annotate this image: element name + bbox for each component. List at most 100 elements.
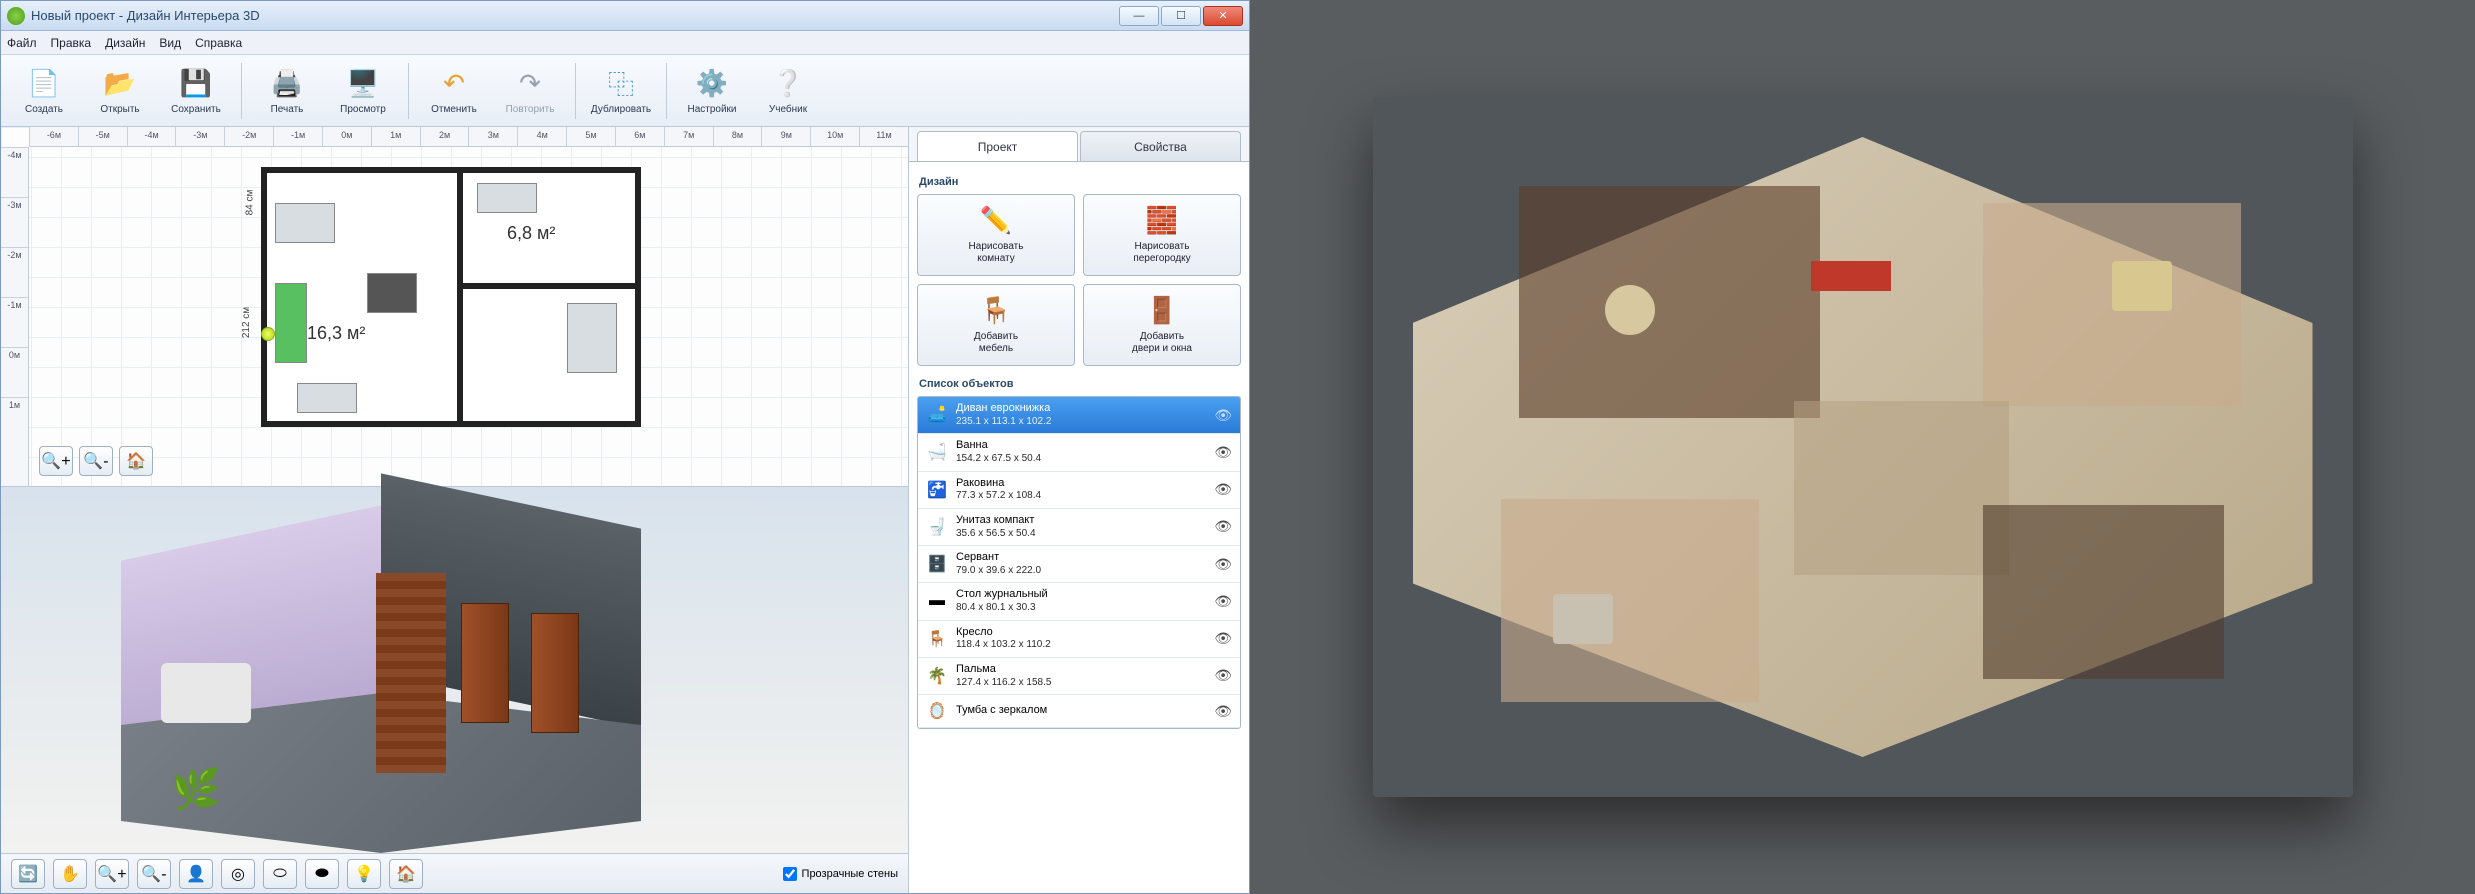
object-name: Кресло (956, 626, 1206, 640)
settings-label: Настройки (687, 104, 736, 115)
menu-help[interactable]: Справка (195, 36, 242, 50)
visibility-toggle-icon[interactable]: 👁 (1214, 556, 1232, 573)
apartment-3d-render (1373, 97, 2353, 797)
object-icon: 🛋️ (926, 404, 948, 426)
visibility-toggle-icon[interactable]: 👁 (1214, 667, 1232, 684)
menu-file[interactable]: Файл (7, 36, 37, 50)
object-row[interactable]: 🚽Унитаз компакт35.6 x 56.5 x 50.4👁 (918, 509, 1240, 546)
origin-marker[interactable] (261, 327, 275, 341)
app-window: Новый проект - Дизайн Интерьера 3D — ☐ ✕… (0, 0, 1250, 894)
app-icon (7, 7, 25, 25)
visibility-toggle-icon[interactable]: 👁 (1214, 630, 1232, 647)
monitor-icon: 🖥️ (346, 67, 380, 101)
room2-area-label: 6,8 м² (507, 223, 555, 244)
duplicate-button[interactable]: ⿻Дублировать (586, 60, 656, 122)
zoom-out-3d-button[interactable]: 🔍- (137, 859, 171, 889)
object-name: Диван еврокнижка (956, 402, 1206, 416)
plan2d-zoom-controls: 🔍+ 🔍- 🏠 (39, 446, 153, 476)
visibility-toggle-icon[interactable]: 👁 (1214, 407, 1232, 424)
furniture-sofa-selected[interactable] (275, 283, 307, 363)
tutorial-button[interactable]: ❔Учебник (753, 60, 823, 122)
draw-room-button[interactable]: ✏️Нарисовать комнату (917, 194, 1075, 276)
folder-open-icon: 📂 (103, 67, 137, 101)
object-name: Тумба с зеркалом (956, 704, 1206, 718)
redo-label: Повторить (506, 104, 555, 115)
lighting-button[interactable]: 💡 (347, 859, 381, 889)
plan-2d-view[interactable]: -6м-5м-4м-3м-2м-1м0м1м2м3м4м5м6м7м8м9м10… (1, 127, 908, 487)
camera-button[interactable]: ◎ (221, 859, 255, 889)
tab-properties[interactable]: Свойства (1080, 131, 1241, 161)
tab-project[interactable]: Проект (917, 131, 1078, 161)
transparent-walls-checkbox[interactable]: Прозрачные стены (783, 867, 898, 881)
design-section-title: Дизайн (919, 176, 1239, 188)
object-dims: 235.1 x 113.1 x 102.2 (956, 416, 1206, 429)
object-dims: 118.4 x 103.2 x 110.2 (956, 639, 1206, 652)
object-row[interactable]: 🗄️Сервант79.0 x 39.6 x 222.0👁 (918, 546, 1240, 583)
print-button[interactable]: 🖨️Печать (252, 60, 322, 122)
zoom-in-3d-button[interactable]: 🔍+ (95, 859, 129, 889)
zoom-in-button[interactable]: 🔍+ (39, 446, 73, 476)
chair-icon: 🪑 (980, 295, 1012, 326)
room-3d-render: 🌿 (121, 513, 641, 833)
home-view-button[interactable]: 🏠 (119, 446, 153, 476)
ruler-vertical: -4м-3м-2м-1м0м1м (1, 147, 29, 486)
object-name: Стол журнальный (956, 588, 1206, 602)
redo-button[interactable]: ↷ Повторить (495, 60, 565, 122)
furniture-bath[interactable] (477, 183, 537, 213)
home-3d-button[interactable]: 🏠 (389, 859, 423, 889)
add-furniture-button[interactable]: 🪑Добавить мебель (917, 284, 1075, 366)
object-row[interactable]: ▬Стол журнальный80.4 x 80.1 x 30.3👁 (918, 583, 1240, 620)
object-row[interactable]: 🛁Ванна154.2 x 67.5 x 50.4👁 (918, 434, 1240, 471)
object-row[interactable]: 🪑Кресло118.4 x 103.2 x 110.2👁 (918, 621, 1240, 658)
visibility-toggle-icon[interactable]: 👁 (1214, 444, 1232, 461)
object-row[interactable]: 🪞 Тумба с зеркалом 👁 (918, 695, 1240, 728)
object-icon: 🗄️ (926, 553, 948, 575)
object-name: Сервант (956, 551, 1206, 565)
zoom-out-button[interactable]: 🔍- (79, 446, 113, 476)
undo-icon: ↶ (437, 67, 471, 101)
furniture-table[interactable] (275, 203, 335, 243)
view-top-button[interactable]: ⬭ (263, 859, 297, 889)
visibility-toggle-icon[interactable]: 👁 (1214, 703, 1232, 720)
object-icon: 🚰 (926, 479, 948, 501)
settings-button[interactable]: ⚙️Настройки (677, 60, 747, 122)
menu-view[interactable]: Вид (159, 36, 181, 50)
tutorial-label: Учебник (769, 104, 807, 115)
object-row[interactable]: 🌴Пальма127.4 x 116.2 x 158.5👁 (918, 658, 1240, 695)
visibility-toggle-icon[interactable]: 👁 (1214, 518, 1232, 535)
redo-icon: ↷ (513, 67, 547, 101)
window-title: Новый проект - Дизайн Интерьера 3D (31, 8, 1119, 23)
create-button[interactable]: 📄Создать (9, 60, 79, 122)
object-icon: 🪞 (926, 700, 948, 722)
external-render-pane (1250, 0, 2475, 894)
preview-button[interactable]: 🖥️Просмотр (328, 60, 398, 122)
save-button[interactable]: 💾Сохранить (161, 60, 231, 122)
draw-partition-button[interactable]: 🧱Нарисовать перегородку (1083, 194, 1241, 276)
maximize-button[interactable]: ☐ (1161, 6, 1201, 26)
object-row[interactable]: 🚰Раковина77.3 x 57.2 x 108.4👁 (918, 472, 1240, 509)
object-dims: 80.4 x 80.1 x 30.3 (956, 602, 1206, 615)
render-living (1794, 401, 2009, 575)
minimize-button[interactable]: — (1119, 6, 1159, 26)
main-toolbar: 📄Создать 📂Открыть 💾Сохранить 🖨️Печать 🖥️… (1, 55, 1249, 127)
orbit-button[interactable]: 🔄 (11, 859, 45, 889)
object-row[interactable]: 🛋️ Диван еврокнижка235.1 x 113.1 x 102.2 👁 (918, 397, 1240, 434)
plan-3d-view[interactable]: 🌿 (1, 487, 908, 853)
add-doors-button[interactable]: 🚪Добавить двери и окна (1083, 284, 1241, 366)
furniture-tv[interactable] (367, 273, 417, 313)
walkthrough-button[interactable]: 👤 (179, 859, 213, 889)
menu-edit[interactable]: Правка (51, 36, 92, 50)
pan-button[interactable]: ✋ (53, 859, 87, 889)
printer-icon: 🖨️ (270, 67, 304, 101)
visibility-toggle-icon[interactable]: 👁 (1214, 481, 1232, 498)
view-iso-button[interactable]: ⬬ (305, 859, 339, 889)
furniture-cabinet[interactable] (297, 383, 357, 413)
undo-button[interactable]: ↶Отменить (419, 60, 489, 122)
open-button[interactable]: 📂Открыть (85, 60, 155, 122)
visibility-toggle-icon[interactable]: 👁 (1214, 593, 1232, 610)
transparent-walls-input[interactable] (783, 867, 797, 881)
menu-design[interactable]: Дизайн (105, 36, 145, 50)
furniture-wc[interactable] (567, 303, 617, 373)
close-button[interactable]: ✕ (1203, 6, 1243, 26)
floorplan[interactable]: 16,3 м² 6,8 м² (261, 167, 641, 427)
